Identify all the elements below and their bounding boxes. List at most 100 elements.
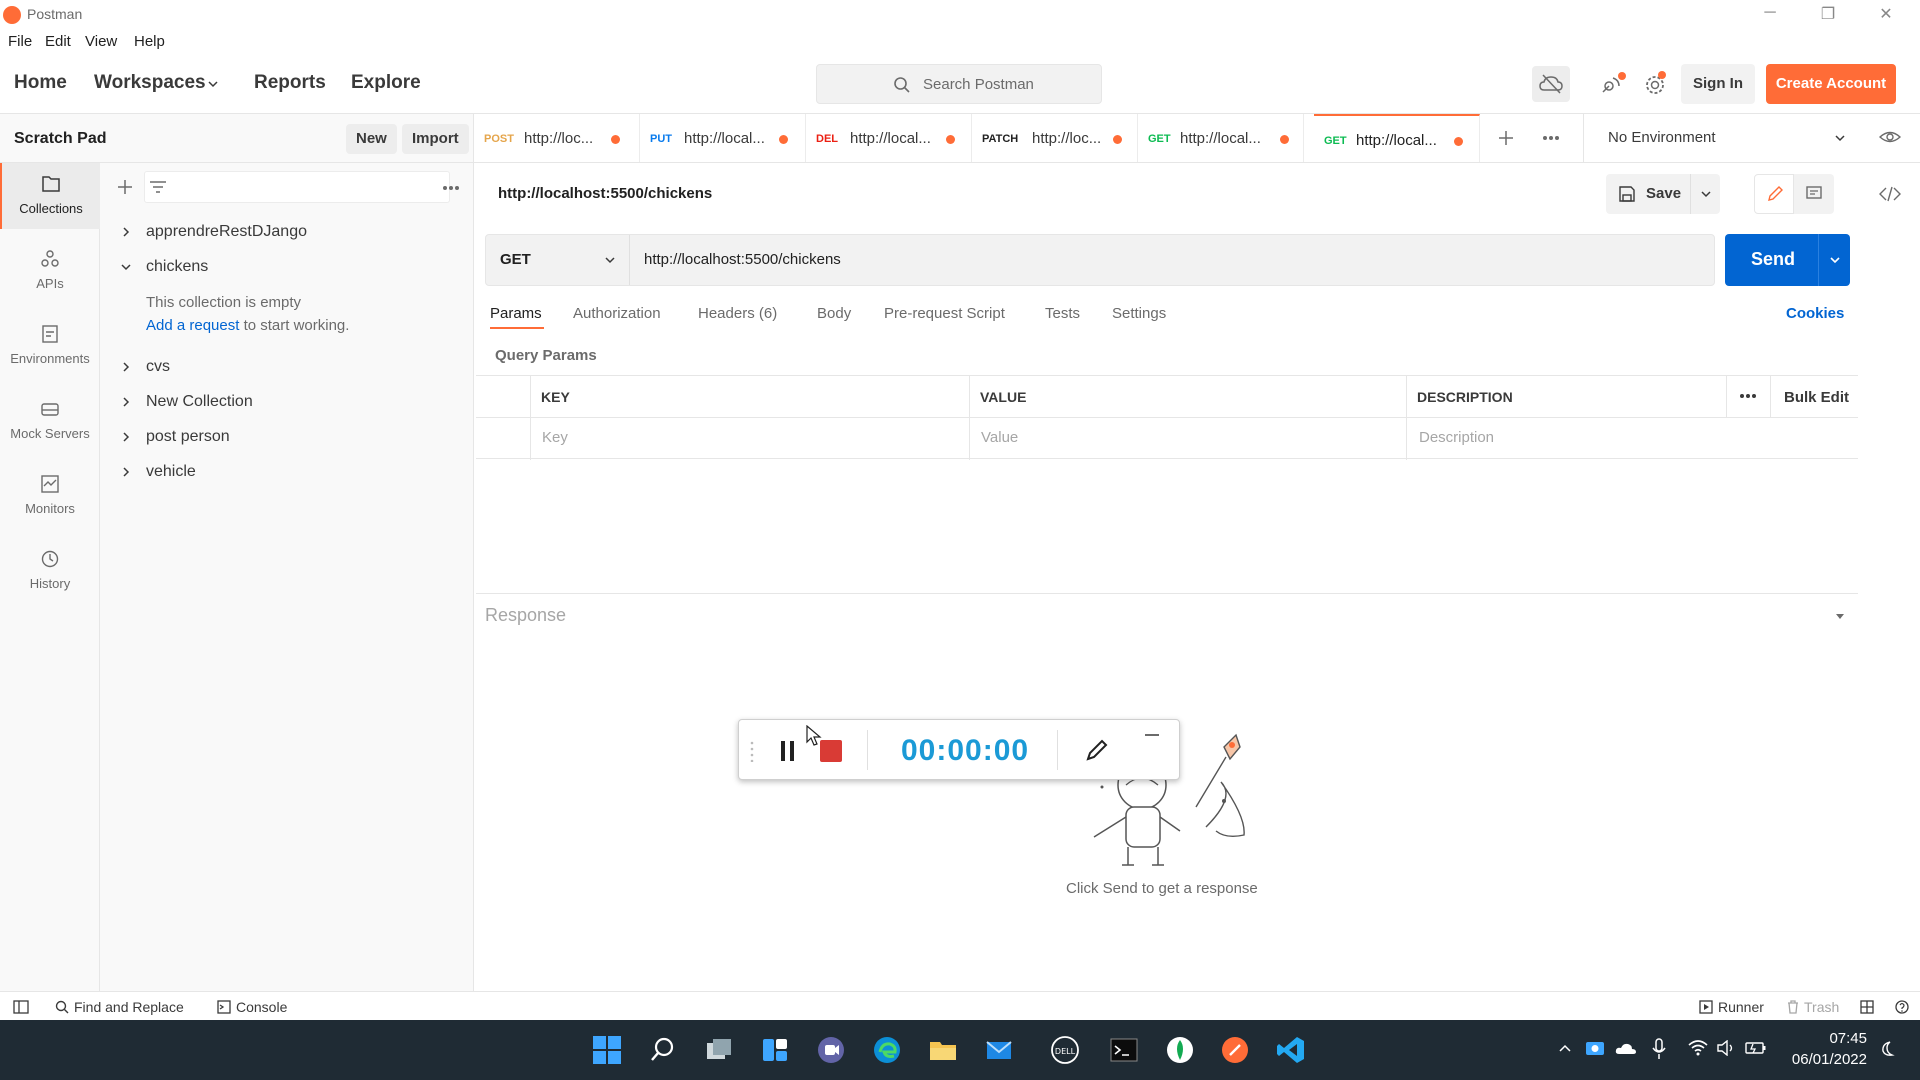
rail-environments[interactable]: Environments: [0, 313, 100, 379]
teams-chat-icon[interactable]: [816, 1035, 846, 1065]
file-explorer-icon[interactable]: [928, 1035, 958, 1065]
request-tab[interactable]: PATCH http://loc...: [972, 114, 1138, 162]
rail-collections[interactable]: Collections: [0, 163, 100, 229]
bulk-edit-button[interactable]: Bulk Edit: [1784, 389, 1849, 406]
rail-history[interactable]: History: [0, 538, 100, 604]
restore-icon[interactable]: ❐: [1816, 4, 1840, 26]
tab-authorization[interactable]: Authorization: [573, 305, 661, 322]
onedrive-icon[interactable]: [1615, 1040, 1637, 1056]
send-button[interactable]: Send: [1725, 234, 1850, 286]
nav-explore[interactable]: Explore: [351, 72, 421, 94]
cookies-link[interactable]: Cookies: [1786, 305, 1844, 322]
create-account-button[interactable]: Create Account: [1766, 64, 1896, 104]
sign-in-button[interactable]: Sign In: [1681, 64, 1755, 104]
url-input[interactable]: http://localhost:5500/chickens: [644, 251, 841, 268]
request-tab[interactable]: DEL http://local...: [806, 114, 972, 162]
chevron-right-icon: [120, 361, 132, 373]
edge-browser-icon[interactable]: [872, 1035, 902, 1065]
close-icon[interactable]: ✕: [1874, 4, 1898, 26]
pen-icon[interactable]: [1084, 737, 1110, 763]
volume-icon[interactable]: [1716, 1040, 1736, 1056]
tab-params[interactable]: Params: [490, 305, 542, 322]
key-input[interactable]: Key: [542, 429, 568, 446]
nav-workspaces[interactable]: Workspaces: [94, 72, 206, 94]
menu-help[interactable]: Help: [134, 33, 165, 50]
rail-apis[interactable]: APIs: [0, 238, 100, 304]
tab-pre-request-script[interactable]: Pre-request Script: [884, 305, 1005, 322]
environment-selector[interactable]: No Environment: [1583, 114, 1873, 163]
add-request-link[interactable]: Add a request: [146, 317, 239, 334]
terminal-icon[interactable]: [1109, 1035, 1139, 1065]
minimize-icon[interactable]: ─: [1758, 4, 1782, 26]
menu-edit[interactable]: Edit: [45, 33, 71, 50]
find-replace-button[interactable]: Find and Replace: [74, 999, 184, 1015]
stop-icon[interactable]: [820, 740, 842, 762]
add-collection-icon[interactable]: [117, 179, 133, 195]
mail-icon[interactable]: [984, 1035, 1014, 1065]
chevron-down-icon[interactable]: [1829, 254, 1841, 266]
value-input[interactable]: Value: [981, 429, 1018, 446]
tab-body[interactable]: Body: [817, 305, 851, 322]
request-tab-active[interactable]: GET http://local...: [1314, 114, 1480, 162]
postman-icon[interactable]: [1220, 1035, 1250, 1065]
cloud-sync-icon[interactable]: [1532, 66, 1570, 102]
nav-home[interactable]: Home: [14, 72, 67, 94]
camera-tray-icon[interactable]: [1585, 1039, 1605, 1057]
tab-headers[interactable]: Headers (6): [698, 305, 777, 322]
search-bar[interactable]: Search Postman: [816, 64, 1102, 104]
clock-date[interactable]: 06/01/2022: [1786, 1051, 1867, 1068]
request-tab[interactable]: PUT http://local...: [640, 114, 806, 162]
nav-reports[interactable]: Reports: [254, 72, 326, 94]
clock-time[interactable]: 07:45: [1793, 1030, 1867, 1047]
windows-start-icon[interactable]: [592, 1035, 622, 1065]
runner-button[interactable]: Runner: [1718, 999, 1764, 1015]
rail-monitors[interactable]: Monitors: [0, 463, 100, 529]
search-icon[interactable]: [648, 1035, 678, 1065]
save-dropdown[interactable]: [1690, 174, 1720, 214]
tab-tests[interactable]: Tests: [1045, 305, 1080, 322]
code-icon[interactable]: [1879, 185, 1901, 203]
microphone-icon[interactable]: [1652, 1038, 1666, 1060]
request-tab[interactable]: POST http://loc...: [474, 114, 640, 162]
table-options-icon[interactable]: [1739, 393, 1757, 399]
new-button[interactable]: New: [346, 124, 397, 154]
console-button[interactable]: Console: [236, 999, 287, 1015]
menu-file[interactable]: File: [8, 33, 32, 50]
windows-taskbar: DELL 07:45 06/01/2022: [0, 1020, 1920, 1080]
pause-icon[interactable]: [779, 740, 797, 762]
tab-settings[interactable]: Settings: [1112, 305, 1166, 322]
wifi-icon[interactable]: [1688, 1040, 1708, 1056]
comments-button[interactable]: [1794, 174, 1834, 214]
eye-icon[interactable]: [1879, 128, 1901, 146]
sidebar-toggle-icon[interactable]: [13, 1000, 29, 1014]
task-view-icon[interactable]: [704, 1035, 734, 1065]
settings-icon[interactable]: [1636, 66, 1674, 102]
rail-mock-servers[interactable]: Mock Servers: [0, 388, 100, 454]
chevron-up-icon[interactable]: [1558, 1043, 1572, 1053]
help-icon[interactable]: [1895, 1000, 1909, 1014]
description-input[interactable]: Description: [1419, 429, 1494, 446]
request-tab[interactable]: GET http://local...: [1138, 114, 1304, 162]
new-tab-icon[interactable]: [1498, 130, 1514, 146]
trash-button[interactable]: Trash: [1804, 999, 1839, 1015]
edit-button[interactable]: [1754, 174, 1794, 214]
drag-handle-icon[interactable]: [749, 740, 755, 762]
layout-icon[interactable]: [1860, 1000, 1874, 1014]
more-options-icon[interactable]: [442, 185, 460, 191]
widgets-icon[interactable]: [760, 1035, 790, 1065]
vscode-icon[interactable]: [1276, 1035, 1306, 1065]
notifications-icon[interactable]: [1878, 1040, 1896, 1058]
tab-options-icon[interactable]: [1542, 135, 1560, 141]
satellite-icon[interactable]: [1593, 66, 1631, 102]
filter-input[interactable]: [144, 171, 450, 203]
minimize-recorder-icon[interactable]: [1145, 734, 1159, 736]
chevron-down-icon[interactable]: [207, 78, 219, 90]
mongodb-icon[interactable]: [1165, 1035, 1195, 1065]
import-button[interactable]: Import: [402, 124, 469, 154]
method-select[interactable]: GET: [486, 235, 630, 285]
environment-label: No Environment: [1608, 129, 1716, 146]
menu-view[interactable]: View: [85, 33, 117, 50]
caret-down-icon[interactable]: [1834, 611, 1846, 621]
dell-icon[interactable]: DELL: [1050, 1035, 1080, 1065]
battery-icon[interactable]: [1745, 1040, 1767, 1056]
